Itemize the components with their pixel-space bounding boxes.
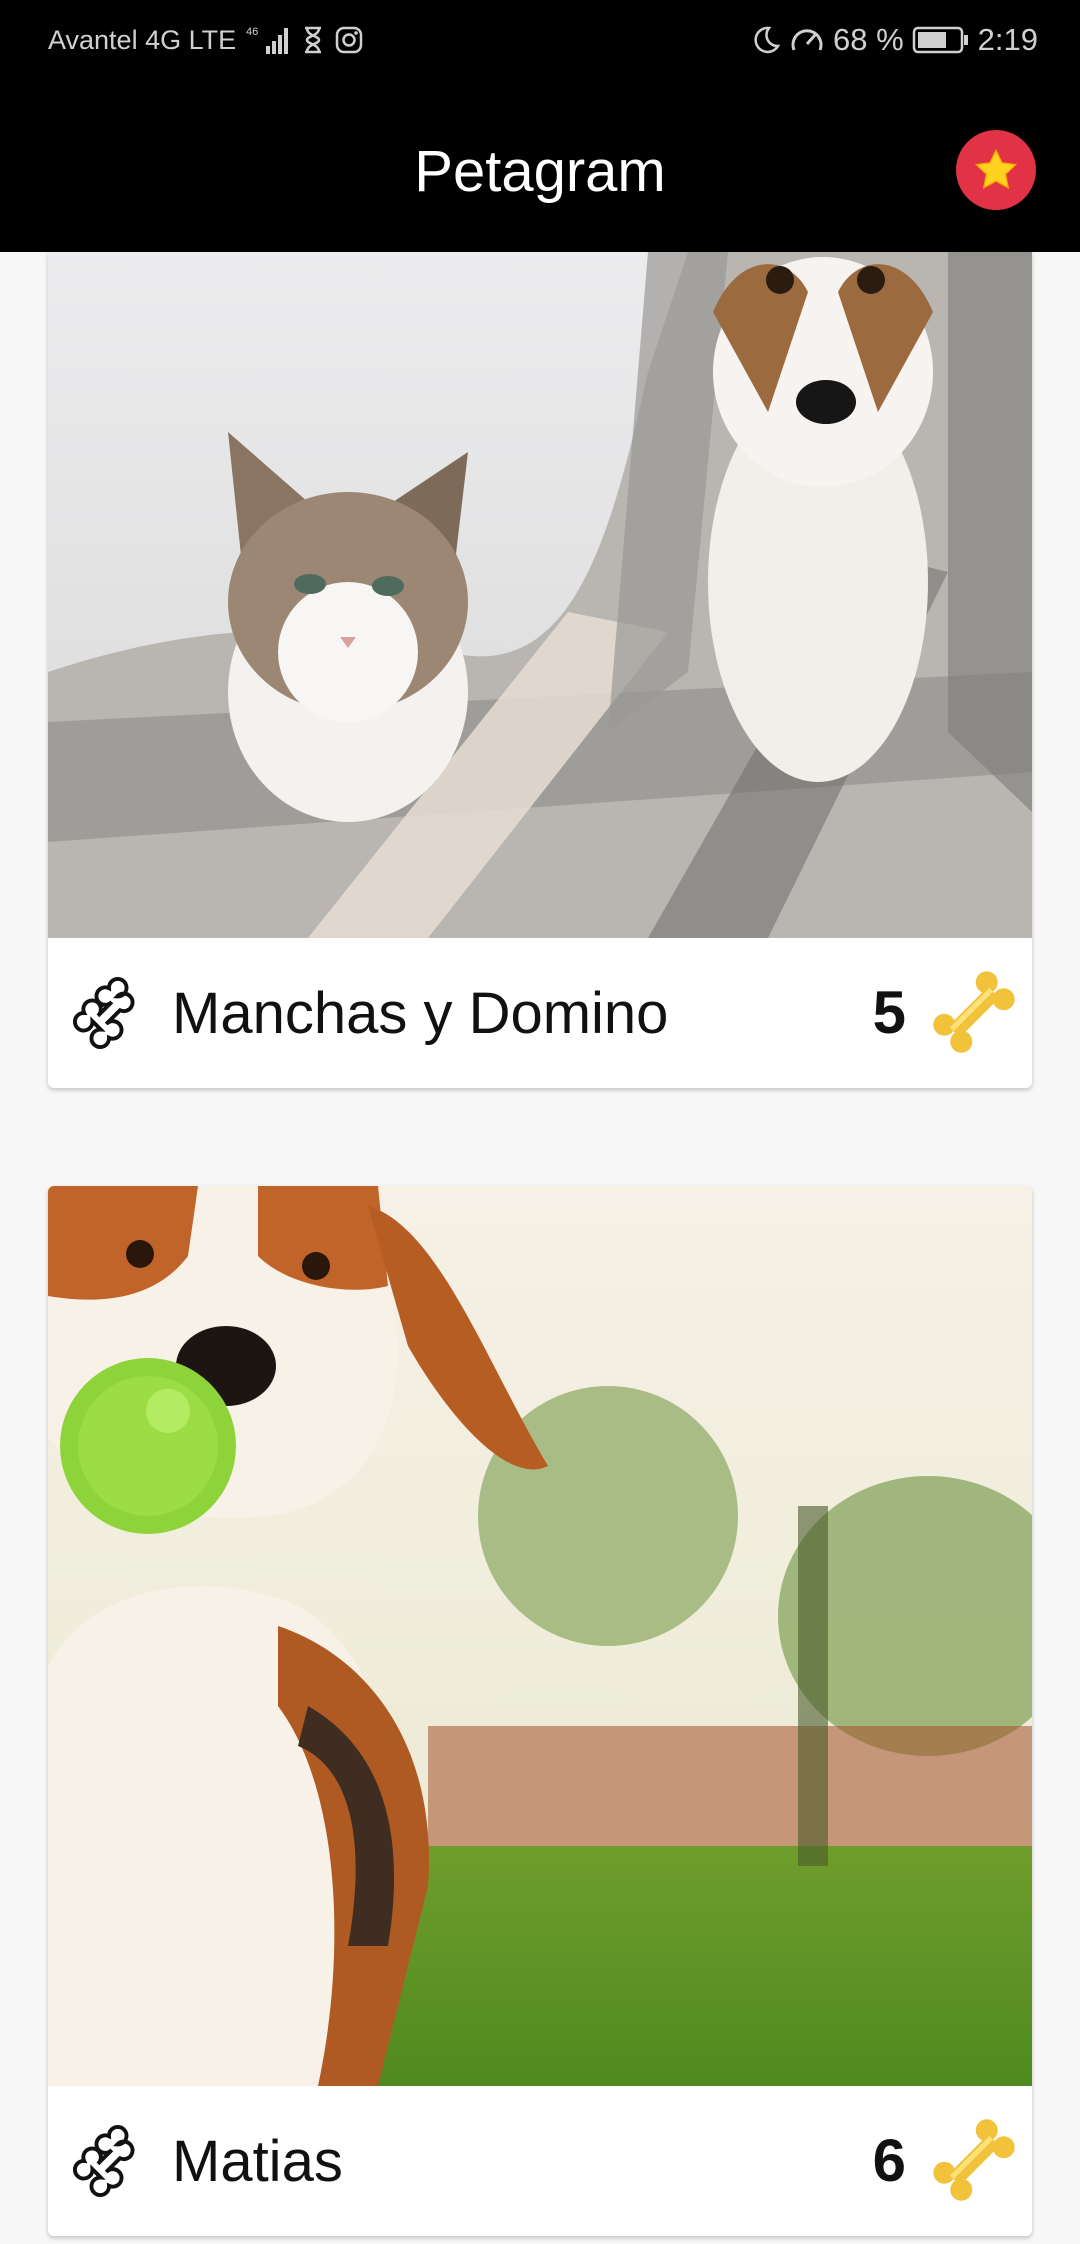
status-left: Avantel 4G LTE 46 (48, 24, 364, 56)
bone-gold-icon (933, 2119, 1015, 2201)
pet-card-footer: Manchas y Domino 5 (48, 938, 1032, 1088)
carrier-text: Avantel 4G LTE (48, 24, 237, 55)
signal-icon: 46 (246, 24, 292, 56)
bone-outline-icon[interactable] (70, 2122, 148, 2200)
battery-percent: 68 % (832, 22, 904, 57)
status-right: 68 % 2:19 (749, 22, 1038, 58)
clock: 2:19 (977, 22, 1038, 57)
pet-photo (48, 1186, 1032, 2086)
bone-gold-icon (933, 971, 1015, 1053)
pet-card-footer: Matias 6 (48, 2086, 1032, 2236)
battery-icon (912, 25, 970, 55)
star-icon (974, 148, 1018, 190)
pet-name: Matias (172, 2129, 343, 2194)
pet-photo (48, 252, 1032, 938)
instagram-icon (334, 25, 364, 55)
moon-icon (749, 24, 781, 56)
bone-outline-icon[interactable] (70, 974, 148, 1052)
hourglass-icon (302, 26, 324, 54)
status-bar: Avantel 4G LTE 46 68 % 2:19 (0, 0, 1080, 86)
like-count: 5 (872, 979, 906, 1046)
pet-name: Manchas y Domino (172, 981, 669, 1046)
like-count: 6 (872, 2127, 906, 2194)
network-badge: 46 (246, 26, 258, 38)
pet-card[interactable]: Manchas y Domino 5 (48, 252, 1032, 1088)
favorites-button[interactable] (956, 130, 1036, 210)
app-title: Petagram (414, 139, 666, 204)
pet-card[interactable]: Matias 6 (48, 1186, 1032, 2236)
app-bar: Petagram (0, 86, 1080, 252)
speed-icon (789, 24, 825, 56)
